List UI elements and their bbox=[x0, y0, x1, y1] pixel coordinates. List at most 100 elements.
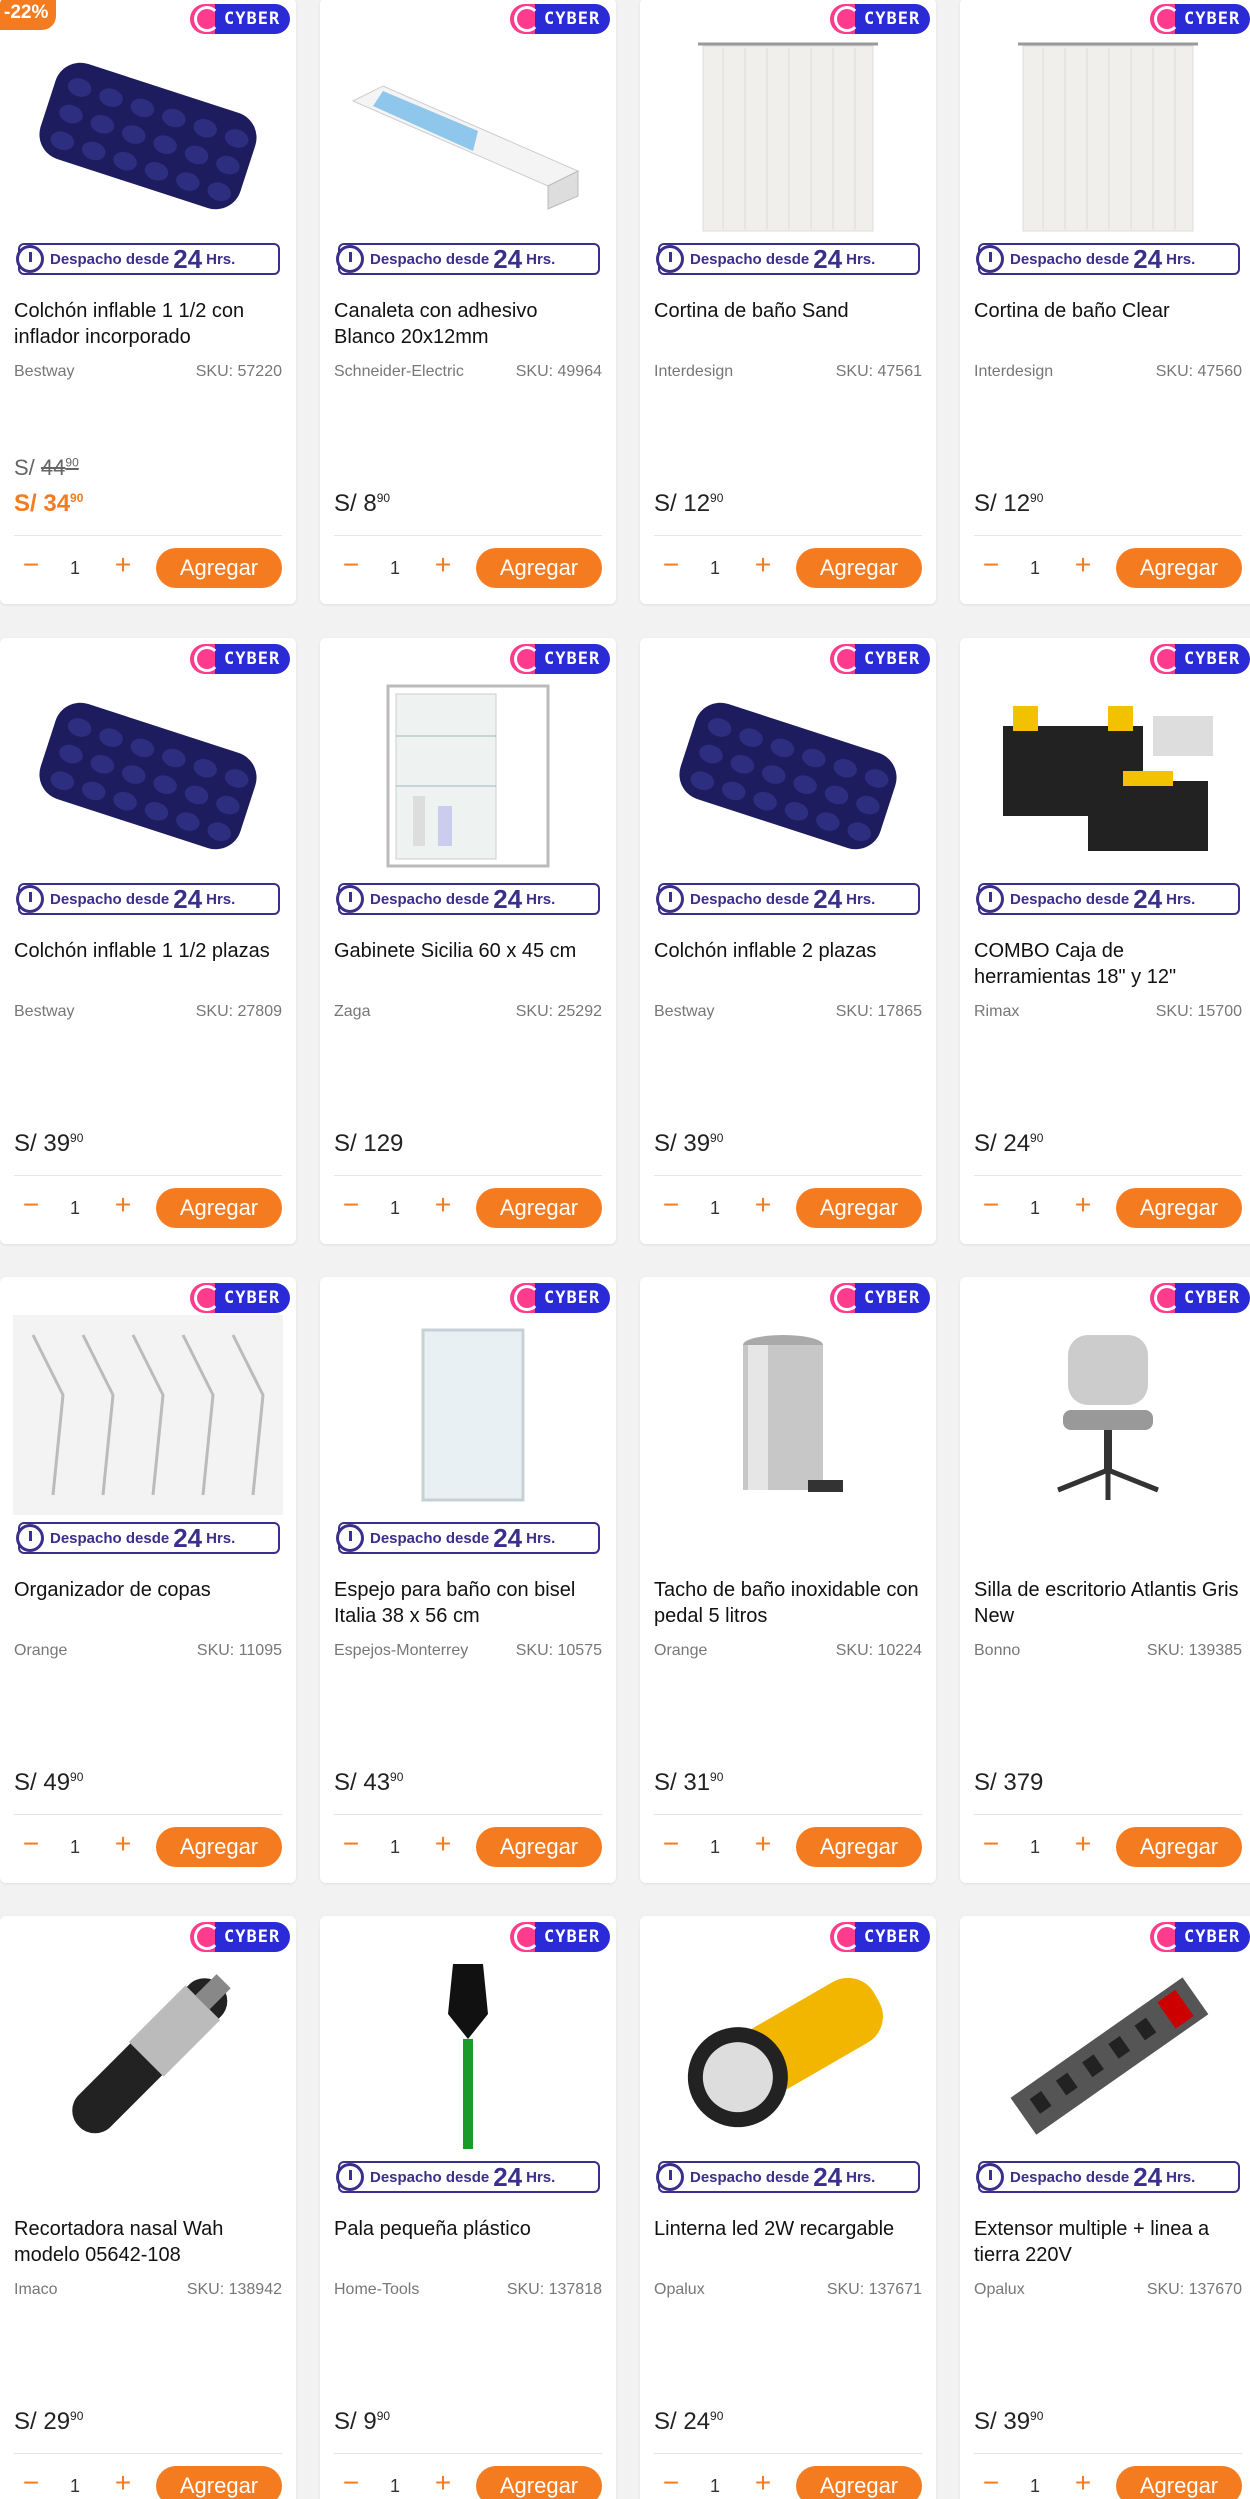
minus-icon[interactable]: − bbox=[658, 1830, 684, 1858]
quantity-value[interactable]: 1 bbox=[1030, 2476, 1040, 2497]
product-image[interactable] bbox=[652, 1956, 924, 2156]
product-name[interactable]: Colchón inflable 1 1/2 plazas bbox=[14, 938, 284, 964]
quantity-value[interactable]: 1 bbox=[710, 558, 720, 579]
despacho-suffix: Hrs. bbox=[206, 890, 236, 908]
product-name[interactable]: COMBO Caja de herramientas 18" y 12" bbox=[974, 938, 1244, 990]
add-to-cart-button[interactable]: Agregar bbox=[796, 1188, 922, 1228]
product-image[interactable] bbox=[972, 1317, 1244, 1517]
product-name[interactable]: Pala pequeña plástico bbox=[334, 2216, 604, 2242]
product-sku: SKU: 138942 bbox=[186, 2281, 282, 2298]
product-image[interactable] bbox=[12, 1314, 284, 1517]
product-name[interactable]: Cortina de baño Clear bbox=[974, 298, 1244, 324]
minus-icon[interactable]: − bbox=[18, 1191, 44, 1219]
product-image[interactable] bbox=[652, 38, 924, 238]
product-name[interactable]: Linterna led 2W recargable bbox=[654, 2216, 924, 2242]
product-name[interactable]: Extensor multiple + linea a tierra 220V bbox=[974, 2216, 1244, 2268]
plus-icon[interactable]: + bbox=[1070, 2469, 1096, 2497]
product-name[interactable]: Canaleta con adhesivo Blanco 20x12mm bbox=[334, 298, 604, 350]
add-to-cart-button[interactable]: Agregar bbox=[796, 1827, 922, 1867]
add-to-cart-button[interactable]: Agregar bbox=[1116, 2466, 1242, 2499]
product-image[interactable] bbox=[332, 38, 604, 238]
product-image[interactable] bbox=[332, 1317, 604, 1517]
product-image[interactable] bbox=[332, 678, 604, 878]
product-name[interactable]: Colchón inflable 2 plazas bbox=[654, 938, 924, 964]
minus-icon[interactable]: − bbox=[338, 1830, 364, 1858]
quantity-value[interactable]: 1 bbox=[390, 2476, 400, 2497]
add-to-cart-button[interactable]: Agregar bbox=[156, 1827, 282, 1867]
product-image[interactable] bbox=[652, 1317, 924, 1517]
plus-icon[interactable]: + bbox=[110, 1191, 136, 1219]
add-to-cart-button[interactable]: Agregar bbox=[156, 548, 282, 588]
plus-icon[interactable]: + bbox=[430, 2469, 456, 2497]
add-to-cart-button[interactable]: Agregar bbox=[476, 1188, 602, 1228]
minus-icon[interactable]: − bbox=[338, 551, 364, 579]
product-image[interactable] bbox=[12, 678, 284, 878]
quantity-value[interactable]: 1 bbox=[70, 558, 80, 579]
product-name[interactable]: Colchón inflable 1 1/2 con inflador inco… bbox=[14, 298, 284, 350]
product-image[interactable] bbox=[972, 1956, 1244, 2156]
add-to-cart-button[interactable]: Agregar bbox=[1116, 1188, 1242, 1228]
plus-icon[interactable]: + bbox=[430, 1191, 456, 1219]
plus-icon[interactable]: + bbox=[750, 1191, 776, 1219]
product-name[interactable]: Organizador de copas bbox=[14, 1577, 284, 1603]
price-int: 39 bbox=[683, 1130, 711, 1157]
plus-icon[interactable]: + bbox=[110, 1830, 136, 1858]
add-to-cart-button[interactable]: Agregar bbox=[476, 2466, 602, 2499]
plus-icon[interactable]: + bbox=[430, 1830, 456, 1858]
add-to-cart-button[interactable]: Agregar bbox=[156, 2466, 282, 2499]
add-to-cart-button[interactable]: Agregar bbox=[476, 1827, 602, 1867]
plus-icon[interactable]: + bbox=[750, 1830, 776, 1858]
add-to-cart-button[interactable]: Agregar bbox=[796, 2466, 922, 2499]
product-name[interactable]: Gabinete Sicilia 60 x 45 cm bbox=[334, 938, 604, 964]
quantity-value[interactable]: 1 bbox=[710, 1198, 720, 1219]
product-name[interactable]: Cortina de baño Sand bbox=[654, 298, 924, 324]
minus-icon[interactable]: − bbox=[18, 2469, 44, 2497]
minus-icon[interactable]: − bbox=[658, 551, 684, 579]
product-image[interactable] bbox=[652, 678, 924, 878]
plus-icon[interactable]: + bbox=[750, 2469, 776, 2497]
plus-icon[interactable]: + bbox=[750, 551, 776, 579]
quantity-value[interactable]: 1 bbox=[1030, 1198, 1040, 1219]
product-name[interactable]: Recortadora nasal Wah modelo 05642-108 bbox=[14, 2216, 284, 2268]
minus-icon[interactable]: − bbox=[978, 1830, 1004, 1858]
add-to-cart-button[interactable]: Agregar bbox=[796, 548, 922, 588]
product-image[interactable] bbox=[332, 1956, 604, 2156]
plus-icon[interactable]: + bbox=[110, 2469, 136, 2497]
plus-icon[interactable]: + bbox=[110, 551, 136, 579]
minus-icon[interactable]: − bbox=[18, 551, 44, 579]
add-to-cart-button[interactable]: Agregar bbox=[1116, 548, 1242, 588]
minus-icon[interactable]: − bbox=[658, 1191, 684, 1219]
quantity-value[interactable]: 1 bbox=[710, 1837, 720, 1858]
plus-icon[interactable]: + bbox=[1070, 1830, 1096, 1858]
quantity-value[interactable]: 1 bbox=[1030, 1837, 1040, 1858]
product-image[interactable] bbox=[972, 678, 1244, 878]
quantity-value[interactable]: 1 bbox=[390, 558, 400, 579]
minus-icon[interactable]: − bbox=[978, 551, 1004, 579]
quantity-value[interactable]: 1 bbox=[1030, 558, 1040, 579]
plus-icon[interactable]: + bbox=[1070, 551, 1096, 579]
quantity-value[interactable]: 1 bbox=[70, 2476, 80, 2497]
quantity-value[interactable]: 1 bbox=[70, 1837, 80, 1858]
product-image[interactable] bbox=[12, 1956, 284, 2156]
add-to-cart-button[interactable]: Agregar bbox=[156, 1188, 282, 1228]
minus-icon[interactable]: − bbox=[338, 2469, 364, 2497]
minus-icon[interactable]: − bbox=[338, 1191, 364, 1219]
product-name[interactable]: Silla de escritorio Atlantis Gris New bbox=[974, 1577, 1244, 1629]
minus-icon[interactable]: − bbox=[18, 1830, 44, 1858]
add-to-cart-button[interactable]: Agregar bbox=[1116, 1827, 1242, 1867]
quantity-value[interactable]: 1 bbox=[710, 2476, 720, 2497]
quantity-value[interactable]: 1 bbox=[390, 1198, 400, 1219]
product-name[interactable]: Tacho de baño inoxidable con pedal 5 lit… bbox=[654, 1577, 924, 1629]
minus-icon[interactable]: − bbox=[658, 2469, 684, 2497]
product-image[interactable] bbox=[972, 38, 1244, 238]
quantity-value[interactable]: 1 bbox=[70, 1198, 80, 1219]
minus-icon[interactable]: − bbox=[978, 1191, 1004, 1219]
currency: S/ bbox=[14, 2408, 44, 2435]
quantity-value[interactable]: 1 bbox=[390, 1837, 400, 1858]
add-to-cart-button[interactable]: Agregar bbox=[476, 548, 602, 588]
product-image[interactable] bbox=[12, 38, 284, 238]
product-name[interactable]: Espejo para baño con bisel Italia 38 x 5… bbox=[334, 1577, 604, 1629]
minus-icon[interactable]: − bbox=[978, 2469, 1004, 2497]
plus-icon[interactable]: + bbox=[1070, 1191, 1096, 1219]
plus-icon[interactable]: + bbox=[430, 551, 456, 579]
